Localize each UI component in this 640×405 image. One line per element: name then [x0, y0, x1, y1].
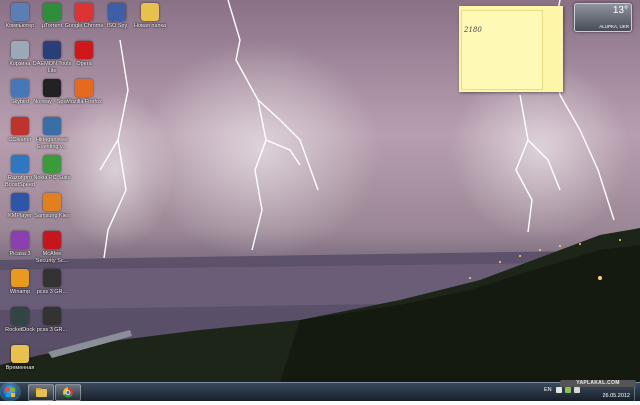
desktop-icon[interactable]: Mozilla Firefox [64, 79, 104, 106]
mcafee-icon [43, 231, 61, 249]
windows-logo-icon [5, 387, 15, 397]
rocketdock-icon [11, 307, 29, 325]
ccleaner-icon [11, 117, 29, 135]
desktop-icon-label: Nokia PC Suite [33, 175, 71, 181]
chrome-icon [75, 3, 93, 21]
sticky-note-page [461, 10, 543, 90]
isospy-icon [108, 3, 126, 21]
kmplayer-icon [11, 193, 29, 211]
folder-icon [36, 388, 47, 397]
desktop-icon[interactable]: Новая папка [130, 3, 170, 30]
desktop-icon-label: Samsung Kies [34, 213, 70, 219]
app-icon [43, 117, 61, 135]
start-button[interactable] [1, 384, 19, 400]
shortcut-icon [43, 307, 61, 325]
language-indicator[interactable]: EN [544, 387, 552, 393]
desktop[interactable]: Компьютер μTorrent Google Chrome ISO Spy Нов… [0, 0, 640, 382]
chrome-icon [63, 387, 73, 398]
taskbar: EN 26.05.2012 [0, 382, 640, 401]
computer-icon [11, 3, 29, 21]
desktop-icon-label: Hideganswer Eventing v... [35, 137, 69, 150]
samsung-kies-icon [43, 193, 61, 211]
desktop-icon-label: Mozilla Firefox [66, 99, 102, 105]
firefox-icon [75, 79, 93, 97]
weather-gadget[interactable]: 13° ALUPKA, UKR [574, 3, 632, 32]
opera-icon [75, 41, 93, 59]
tray-volume-icon[interactable] [574, 387, 580, 393]
desktop-icon-label: Временная [5, 365, 35, 371]
recycle-bin-icon [11, 41, 29, 59]
desktop-icon-label: pcss 3 GR... [36, 289, 68, 295]
picasa-icon [11, 231, 29, 249]
sticky-note-text[interactable]: 2180 [464, 26, 482, 34]
desktop-icon[interactable]: pcss 3 GR... [32, 269, 72, 296]
desktop-icon[interactable]: Nokia PC Suite [32, 155, 72, 182]
shortcut-icon [43, 269, 61, 287]
desktop-icon-label: Opera [76, 61, 92, 67]
desktop-icon-label: pcss 3 GR... [36, 327, 68, 333]
desktop-icon[interactable]: McAfee Security Sc... [32, 231, 72, 264]
desktop-icon[interactable]: Hideganswer Eventing v... [32, 117, 72, 150]
desktop-icon[interactable]: pcss 3 GR... [32, 307, 72, 334]
taskbar-explorer-button[interactable] [28, 384, 54, 401]
sticky-note[interactable]: 2180 [459, 6, 563, 92]
daemon-tools-icon [43, 41, 61, 59]
winamp-icon [11, 269, 29, 287]
desktop-icon[interactable]: Временная [0, 345, 40, 372]
desktop-icon[interactable]: Samsung Kies [32, 193, 72, 220]
tray-arrow-icon[interactable] [556, 387, 562, 393]
desktop-icon[interactable]: Opera [64, 41, 104, 68]
nokia-icon [43, 155, 61, 173]
weather-city: ALUPKA, UKR [599, 24, 629, 29]
taskbar-chrome-button[interactable] [55, 384, 81, 401]
boostspeed-icon [11, 155, 29, 173]
skybird-icon [11, 79, 29, 97]
watermark: YAPLAKAL.COM [560, 380, 636, 387]
weather-temperature: 13° [612, 5, 628, 16]
folder-icon [11, 345, 29, 363]
desktop-icon-label: McAfee Security Sc... [35, 251, 69, 264]
desktop-icon-label: Новая папка [133, 23, 167, 29]
video-file-icon [43, 79, 61, 97]
tray-network-icon[interactable] [565, 387, 571, 393]
folder-icon [141, 3, 159, 21]
clock-date[interactable]: 26.05.2012 [602, 393, 630, 399]
utorrent-icon [43, 3, 61, 21]
